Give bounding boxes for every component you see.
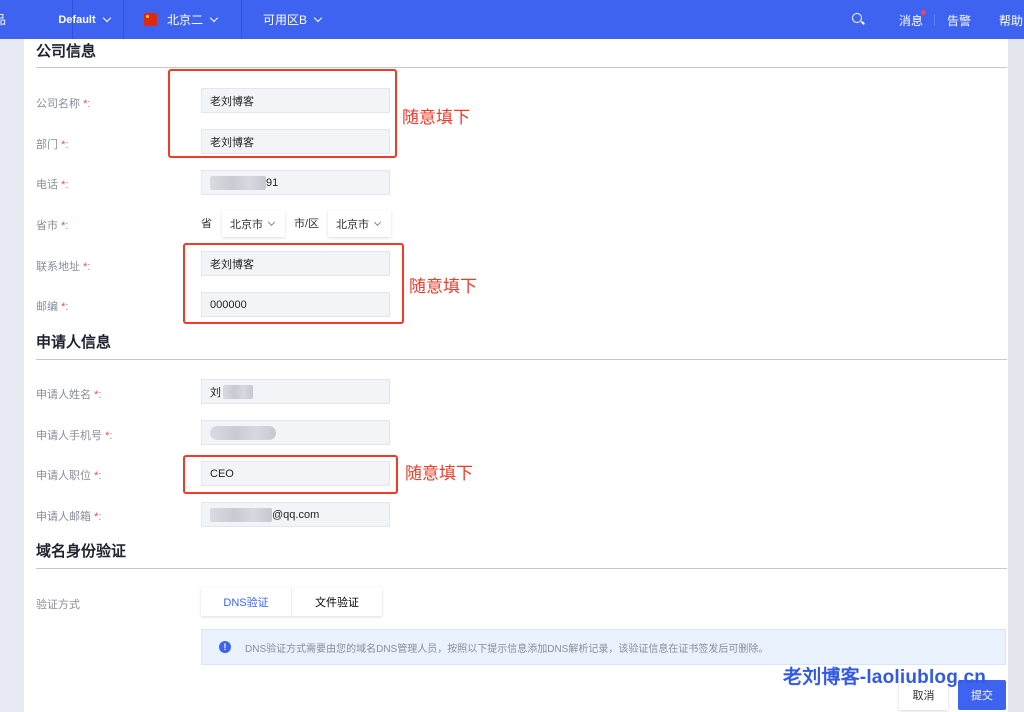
- redacted-mask: [210, 507, 272, 522]
- phone-input[interactable]: 91: [201, 170, 390, 195]
- info-icon: !: [219, 641, 231, 653]
- chevron-down-icon: [209, 13, 219, 22]
- label-phone: 电话 *:: [36, 179, 69, 191]
- label-company-name: 公司名称 *:: [36, 98, 91, 110]
- dns-verify-notice: ! DNS验证方式需要由您的域名DNS管理人员，按照以下提示信息添加DNS解析记…: [201, 629, 1006, 665]
- region-selector-label: 北京二: [167, 13, 204, 27]
- messages-link[interactable]: 消息: [899, 12, 923, 29]
- redacted-mask: [210, 175, 266, 190]
- annotation-text: 随意填下: [409, 277, 477, 296]
- label-address: 联系地址 *:: [36, 261, 91, 273]
- label-applicant-position: 申请人职位 *:: [36, 470, 102, 482]
- divider: [934, 14, 935, 26]
- annotation-box: [168, 69, 397, 158]
- city-label: 市/区: [294, 218, 320, 230]
- watermark: 老刘博客-laoliublog.cn: [783, 667, 987, 688]
- annotation-box: [183, 455, 398, 494]
- tab-file-verify[interactable]: 文件验证: [291, 588, 382, 616]
- project-selector-label: Default: [58, 13, 96, 26]
- search-icon[interactable]: [852, 13, 862, 23]
- section-divider: [36, 67, 1007, 68]
- chevron-down-icon: [102, 13, 111, 22]
- section-divider: [36, 359, 1007, 360]
- zone-selector-label: 可用区B: [263, 13, 308, 27]
- label-verify-method: 验证方式: [36, 599, 80, 611]
- section-divider: [36, 568, 1007, 569]
- label-applicant-name: 申请人姓名 *:: [36, 389, 102, 401]
- unread-badge: [921, 10, 926, 15]
- city-value: 北京市: [336, 218, 369, 231]
- label-province-city: 省市 *:: [36, 220, 69, 232]
- verify-method-tabs: DNS验证 文件验证: [201, 588, 382, 616]
- chevron-down-icon: [373, 218, 382, 226]
- redacted-mask: [223, 384, 253, 399]
- region-selector[interactable]: 北京二: [124, 0, 242, 39]
- redacted-mask: [210, 425, 276, 440]
- annotation-text: 随意填下: [402, 108, 470, 127]
- applicant-email-value: @qq.com: [272, 508, 320, 521]
- product-menu-label: 品: [0, 13, 7, 27]
- label-department: 部门 *:: [36, 139, 69, 151]
- annotation-box: [183, 243, 404, 324]
- top-nav-bar: 品 Default 北京二 可用区B 消息 告警 帮助: [0, 0, 1024, 39]
- section-title-domain-verify: 域名身份验证: [36, 543, 127, 560]
- help-link[interactable]: 帮助: [999, 12, 1023, 29]
- sidebar-edge: [0, 39, 24, 712]
- zone-selector[interactable]: 可用区B: [242, 0, 372, 39]
- alerts-link[interactable]: 告警: [947, 12, 971, 29]
- label-postcode: 邮编 *:: [36, 301, 69, 313]
- notice-text: DNS验证方式需要由您的域名DNS管理人员，按照以下提示信息添加DNS解析记录，…: [245, 643, 769, 655]
- scrollbar[interactable]: [1008, 39, 1024, 712]
- china-flag-icon: [144, 13, 157, 26]
- applicant-name-input[interactable]: 刘: [201, 379, 390, 404]
- chevron-down-icon: [267, 218, 276, 226]
- city-select[interactable]: 北京市: [328, 210, 391, 237]
- province-value: 北京市: [230, 218, 263, 231]
- applicant-mobile-input[interactable]: [201, 420, 390, 445]
- chevron-down-icon: [313, 13, 323, 22]
- applicant-name-value: 刘: [210, 386, 221, 399]
- project-selector[interactable]: Default: [33, 0, 124, 39]
- label-applicant-mobile: 申请人手机号 *:: [36, 430, 113, 442]
- label-applicant-email: 申请人邮箱 *:: [36, 511, 102, 523]
- annotation-text: 随意填下: [405, 464, 473, 483]
- phone-value: 91: [266, 176, 279, 189]
- province-label: 省: [201, 218, 212, 230]
- applicant-email-input[interactable]: @qq.com: [201, 502, 390, 527]
- province-select[interactable]: 北京市: [222, 210, 285, 237]
- section-title-applicant: 申请人信息: [36, 334, 112, 351]
- tab-dns-verify[interactable]: DNS验证: [201, 588, 291, 616]
- section-title-company: 公司信息: [36, 43, 97, 60]
